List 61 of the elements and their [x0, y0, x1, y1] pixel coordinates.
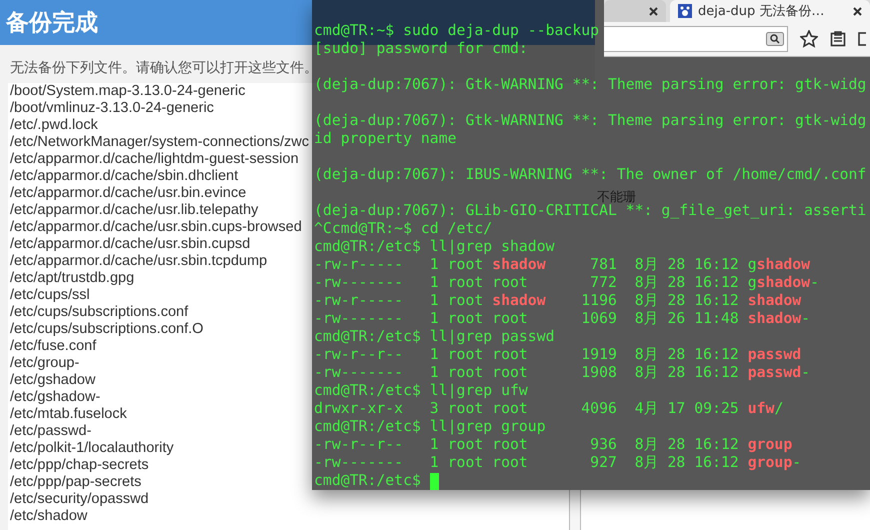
- terminal-line: (deja-dup:7067): GLib-GIO-CRITICAL **: g_file_get_uri: asserti: [314, 202, 866, 220]
- close-icon[interactable]: [853, 6, 862, 16]
- terminal-line: -rw------- 1 root root 772 8月 28 16:12 gshadow-: [314, 274, 819, 292]
- browser-tab[interactable]: [604, 0, 666, 22]
- star-icon[interactable]: [800, 30, 818, 48]
- file-path: /etc/cups/ssl: [9, 287, 90, 304]
- file-path: /etc/cups/subscriptions.conf: [9, 304, 188, 321]
- browser-tab[interactable]: deja-dup 无法备份…: [670, 0, 870, 22]
- terminal-line: -rw-r----- 1 root shadow 781 8月 28 16:12 gshadow: [314, 256, 810, 274]
- terminal-line: -rw------- 1 root root 1908 8月 28 16:12 passwd-: [314, 364, 810, 382]
- file-path: /etc/gshadow-: [9, 389, 100, 406]
- dialog-title: 备份完成: [6, 9, 98, 38]
- terminal-line: (deja-dup:7067): IBUS-WARNING **: The owner of /home/cmd/.conf: [314, 166, 866, 184]
- terminal-line: ^Ccmd@TR:~$ cd /etc/: [314, 220, 492, 238]
- file-path: /etc/apparmor.d/cache/sbin.dhclient: [9, 168, 238, 185]
- terminal-line: cmd@TR:/etc$: [314, 472, 422, 490]
- terminal-line: cmd@TR:/etc$ ll|grep group: [314, 418, 546, 436]
- file-path: /etc/cups/subscriptions.conf.O: [9, 321, 204, 338]
- window-icon[interactable]: [858, 31, 866, 47]
- file-path: /etc/passwd-: [9, 423, 92, 440]
- file-path: /etc/gshadow: [9, 372, 96, 389]
- file-path: /etc/ppp/pap-secrets: [9, 474, 142, 491]
- file-path: /boot/vmlinuz-3.13.0-24-generic: [9, 100, 214, 117]
- file-path: /etc/apparmor.d/cache/usr.sbin.tcpdump: [9, 253, 268, 270]
- file-path: /etc/NetworkManager/system-connections/zwc: [9, 134, 309, 151]
- terminal-line: cmd@TR:~$ sudo deja-dup --backup: [314, 22, 600, 40]
- terminal-line: -rw------- 1 root root 1069 8月 26 11:48 shadow-: [314, 310, 810, 328]
- file-path: /boot/System.map-3.13.0-24-generic: [9, 83, 246, 100]
- terminal-line: -rw-r----- 1 root shadow 1196 8月 28 16:12 shadow: [314, 292, 802, 310]
- terminal-line: (deja-dup:7067): Gtk-WARNING **: Theme parsing error: gtk-widg: [314, 112, 866, 130]
- terminal-line: cmd@TR:/etc$ ll|grep shadow: [314, 238, 555, 256]
- close-icon[interactable]: [649, 6, 658, 16]
- terminal-line: -rw-r--r-- 1 root root 1919 8月 28 16:12 passwd: [314, 346, 802, 364]
- terminal-line: cmd@TR:/etc$ ll|grep ufw: [314, 382, 528, 400]
- terminal-line: drwxr-xr-x 3 root root 4096 4月 17 09:25 ufw/: [314, 400, 784, 418]
- terminal-line: -rw------- 1 root root 927 8月 28 16:12 group-: [314, 454, 802, 472]
- terminal-line: cmd@TR:/etc$ ll|grep passwd: [314, 328, 555, 346]
- terminal-line: [sudo] password for cmd:: [314, 40, 528, 58]
- file-path: /etc/.pwd.lock: [9, 117, 98, 134]
- file-path: /etc/apt/trustdb.gpg: [9, 270, 134, 287]
- paw-icon: [678, 4, 692, 18]
- search-icon[interactable]: [766, 32, 784, 46]
- file-path: /etc/security/opasswd: [9, 491, 149, 508]
- terminal-line: id property name: [314, 130, 457, 148]
- file-path: /etc/ppp/chap-secrets: [9, 457, 149, 474]
- page-text: 不能珊: [597, 189, 636, 205]
- file-path: /etc/apparmor.d/cache/usr.sbin.cups-browsed: [9, 219, 302, 236]
- file-path: /etc/apparmor.d/cache/usr.lib.telepathy: [9, 202, 258, 219]
- file-path: /etc/group-: [9, 355, 80, 372]
- file-path: /etc/apparmor.d/cache/usr.sbin.cupsd: [9, 236, 250, 253]
- file-path: /etc/fuse.conf: [9, 338, 96, 355]
- clipboard-icon[interactable]: [830, 31, 846, 47]
- file-path: /etc/mtab.fuselock: [9, 406, 127, 423]
- file-path: /etc/apparmor.d/cache/usr.bin.evince: [9, 185, 246, 202]
- terminal-line: (deja-dup:7067): Gtk-WARNING **: Theme parsing error: gtk-widg: [314, 76, 866, 94]
- file-path: /etc/apparmor.d/cache/lightdm-guest-session: [9, 151, 299, 168]
- scrollbar[interactable]: [569, 490, 581, 530]
- dialog-message: 无法备份下列文件。请确认您可以打开这些文件。: [10, 60, 318, 76]
- file-path: /etc/shadow: [9, 508, 88, 525]
- terminal-line: -rw-r--r-- 1 root root 936 8月 28 16:12 group: [314, 436, 792, 454]
- file-path: /etc/polkit-1/localauthority: [9, 440, 174, 457]
